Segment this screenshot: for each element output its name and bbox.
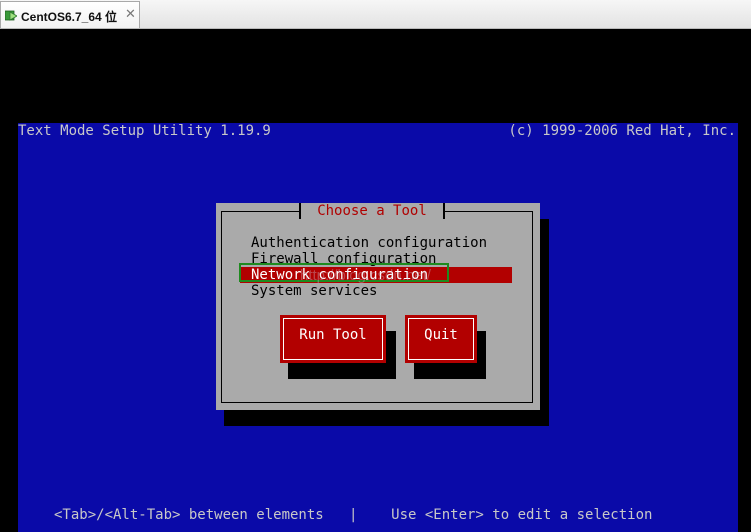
run-tool-label: Run Tool <box>299 327 367 343</box>
tab-bar: CentOS6.7_64 位 ✕ <box>0 0 751 29</box>
list-item-system-services[interactable]: System services <box>251 283 377 299</box>
tab-title: CentOS6.7_64 位 <box>21 10 118 24</box>
header-title: Text Mode Setup Utility 1.19.9 <box>18 123 271 139</box>
footer-hint: <Tab>/<Alt-Tab> between elements | Use <… <box>54 507 653 523</box>
header-copyright: (c) 1999-2006 Red Hat, Inc. <box>508 123 736 139</box>
watermark: http://blog.csdn.net/ <box>300 267 431 284</box>
quit-button[interactable]: Quit <box>405 315 477 363</box>
run-tool-button[interactable]: Run Tool <box>280 315 386 363</box>
vm-play-icon <box>5 10 17 21</box>
dialog-title: Choose a Tool <box>299 203 445 219</box>
close-icon[interactable]: ✕ <box>125 6 136 22</box>
tab-centos[interactable]: CentOS6.7_64 位 ✕ <box>0 1 140 28</box>
choose-tool-dialog: Choose a Tool Authentication configurati… <box>216 203 540 410</box>
quit-label: Quit <box>424 327 458 343</box>
list-item-authentication[interactable]: Authentication configuration <box>251 235 487 251</box>
console-screen: Text Mode Setup Utility 1.19.9 (c) 1999-… <box>18 123 738 532</box>
